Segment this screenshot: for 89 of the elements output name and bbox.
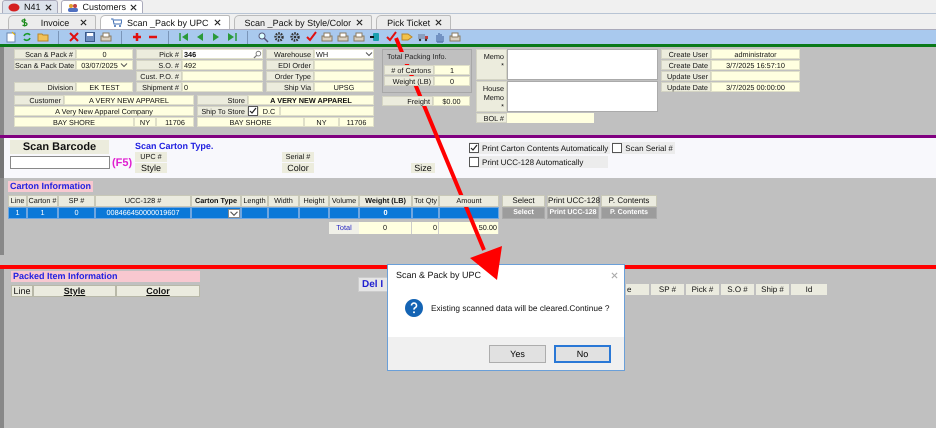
text-field[interactable] xyxy=(314,60,374,70)
screen-tab[interactable]: Invoice xyxy=(8,15,96,29)
column-header: S.O # xyxy=(721,284,754,295)
table-cell xyxy=(329,207,359,219)
checkmark-icon[interactable] xyxy=(305,31,317,43)
text-field[interactable] xyxy=(182,71,263,81)
first-icon[interactable] xyxy=(178,31,190,43)
search-icon[interactable] xyxy=(257,31,269,43)
column-header: Line xyxy=(11,285,33,297)
truck-icon[interactable] xyxy=(417,31,429,43)
close-icon[interactable] xyxy=(435,19,442,26)
text-field[interactable] xyxy=(314,71,374,81)
close-icon[interactable] xyxy=(356,19,364,26)
refresh-icon[interactable] xyxy=(21,31,33,43)
text-field[interactable] xyxy=(507,113,594,123)
checkbox[interactable] xyxy=(612,143,622,153)
printer-icon[interactable] xyxy=(321,31,333,43)
section-title: Scan Carton Type. xyxy=(135,141,214,151)
table-cell xyxy=(268,207,299,219)
save-icon[interactable] xyxy=(84,31,96,43)
new-document-icon[interactable] xyxy=(5,31,17,43)
last-icon[interactable] xyxy=(226,31,238,43)
column-header: SP # xyxy=(651,284,684,295)
app-tab[interactable]: Customers xyxy=(60,0,144,13)
printer-icon[interactable] xyxy=(449,31,461,43)
action-button[interactable]: P. Contents xyxy=(601,195,657,207)
checkbox[interactable] xyxy=(469,157,479,167)
gear-icon[interactable] xyxy=(273,31,285,43)
checkbox-option[interactable]: Scan Serial # xyxy=(612,142,675,154)
checkmark-icon[interactable] xyxy=(385,31,397,43)
close-icon[interactable] xyxy=(214,19,221,26)
table-cell xyxy=(439,207,499,219)
action-button[interactable]: Select xyxy=(502,195,545,207)
column-header: Color xyxy=(116,285,200,297)
field-label: Color xyxy=(282,163,314,173)
gear-icon[interactable] xyxy=(289,31,301,43)
caret-icon[interactable] xyxy=(120,62,128,68)
option-label: Print Carton Contents Automatically xyxy=(482,144,608,152)
question-icon xyxy=(405,299,423,317)
add-icon[interactable] xyxy=(131,31,143,43)
column-header: Style xyxy=(33,285,116,297)
section-title: Packed Item Information xyxy=(11,271,200,282)
dialog-button[interactable]: Yes xyxy=(489,344,546,362)
option-label: Print UCC-128 Automatically xyxy=(482,158,584,166)
dollar-icon xyxy=(19,18,30,27)
text-field[interactable] xyxy=(280,106,374,116)
field-label: Size xyxy=(411,163,435,173)
dialog-title: Scan & Pack by UPC xyxy=(396,270,482,280)
app-tab[interactable]: N41 xyxy=(2,0,58,13)
delete-button[interactable]: Del I xyxy=(358,277,390,292)
device-icon[interactable] xyxy=(369,31,381,43)
cart-icon xyxy=(111,18,122,27)
caret-icon[interactable] xyxy=(228,208,240,218)
memo-field[interactable] xyxy=(507,81,658,112)
delete-icon[interactable] xyxy=(68,31,80,43)
section-label: Scan Barcode xyxy=(10,140,109,154)
barcode-field[interactable] xyxy=(10,156,110,169)
people-icon xyxy=(66,2,79,12)
printer-icon[interactable] xyxy=(100,31,112,43)
screen-tab[interactable]: Scan _Pack by UPC xyxy=(100,15,230,29)
column-header: e xyxy=(626,284,649,295)
checkbox-option[interactable]: Print Carton Contents Automatically xyxy=(469,142,610,154)
field-label: Style xyxy=(135,163,167,173)
memo-field[interactable] xyxy=(507,49,658,80)
column-header: Pick # xyxy=(686,284,719,295)
checkbox-option[interactable]: Print UCC-128 Automatically xyxy=(469,156,608,168)
search-icon[interactable] xyxy=(253,50,262,58)
section-title: Carton Information xyxy=(8,181,93,192)
screen-tab[interactable]: Pick Ticket xyxy=(376,15,452,29)
shortcut-hint: (F5) xyxy=(112,156,132,168)
close-icon[interactable] xyxy=(80,19,87,26)
dialog-button[interactable]: No xyxy=(554,344,611,362)
action-button[interactable]: Print UCC-128 xyxy=(547,195,599,207)
printer-icon[interactable] xyxy=(353,31,365,43)
caret-icon[interactable] xyxy=(365,51,373,57)
logo-icon xyxy=(8,2,20,12)
dialog-message: Existing scanned data will be cleared.Continue ? xyxy=(431,303,610,313)
option-label: Scan Serial # xyxy=(625,144,673,152)
column-header: Ship # xyxy=(756,284,789,295)
column-header: Id xyxy=(791,284,827,295)
checkbox[interactable] xyxy=(469,143,479,153)
text-field[interactable] xyxy=(711,71,800,81)
close-icon[interactable] xyxy=(44,4,52,10)
checkbox[interactable] xyxy=(248,106,258,116)
table-cell xyxy=(412,207,439,219)
close-icon[interactable] xyxy=(130,4,138,10)
screen-tab[interactable]: Scan _Pack by Style/Color xyxy=(234,15,372,29)
table-cell xyxy=(299,207,329,219)
printer-icon[interactable] xyxy=(337,31,349,43)
